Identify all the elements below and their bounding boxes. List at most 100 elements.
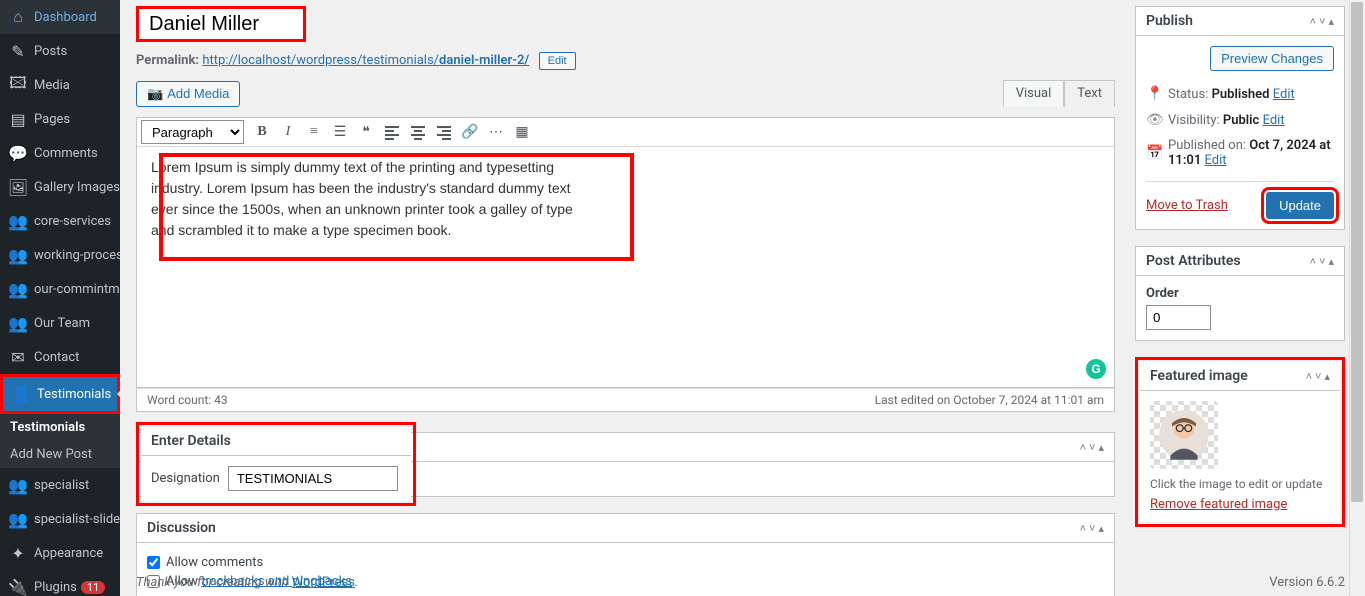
admin-sidebar: ⌂Dashboard ✎Posts 🖾Media ▤ Pages 💬Comment…: [0, 0, 120, 596]
menu-specialist-slider[interactable]: 👥specialist-slider: [0, 502, 120, 536]
editor-toolbar: Paragraph B I ≡ ☰ ❝ 🔗 ⋯ ▦: [137, 118, 1114, 147]
page-icon: ▤: [8, 109, 28, 129]
link-button[interactable]: 🔗: [458, 120, 482, 144]
menu-specialist[interactable]: 👥specialist: [0, 468, 120, 502]
discussion-heading: Discussion: [147, 520, 216, 536]
permalink-link[interactable]: http://localhost/wordpress/testimonials/…: [202, 53, 529, 68]
enter-details-heading: Enter Details: [151, 433, 231, 449]
menu-label: Pages: [34, 112, 70, 127]
menu-testimonials[interactable]: 👤 Testimonials: [3, 377, 117, 411]
format-select[interactable]: Paragraph: [141, 120, 244, 144]
add-media-button[interactable]: 📷 Add Media: [136, 81, 240, 107]
move-down-icon[interactable]: ˅: [1319, 255, 1325, 268]
allow-comments-checkbox[interactable]: [147, 556, 160, 569]
media-icon: 🖾: [8, 75, 28, 95]
edit-visibility-link[interactable]: Edit: [1263, 113, 1285, 128]
menu-label: Testimonials: [37, 387, 111, 402]
user-icon: 👤: [11, 384, 31, 404]
menu-pages[interactable]: ▤ Pages: [0, 102, 120, 136]
align-right-button[interactable]: [432, 120, 456, 144]
allow-comments-label: Allow comments: [166, 555, 263, 570]
menu-our-team[interactable]: 👥Our Team: [0, 306, 120, 340]
align-left-button[interactable]: [380, 120, 404, 144]
submenu-add-new[interactable]: Add New Post: [0, 441, 120, 468]
menu-plugins[interactable]: 🔌Plugins11: [0, 570, 120, 596]
bold-button[interactable]: B: [250, 120, 274, 144]
permalink-row: Permalink: http://localhost/wordpress/te…: [136, 46, 1115, 80]
tab-text[interactable]: Text: [1064, 80, 1115, 107]
menu-label: Comments: [34, 146, 98, 161]
toolbar-toggle-button[interactable]: ▦: [510, 120, 534, 144]
brush-icon: ✦: [8, 543, 28, 563]
group-icon: 👥: [8, 475, 28, 495]
group-icon: 👥: [8, 211, 28, 231]
post-attributes-heading: Post Attributes: [1146, 253, 1241, 269]
submenu-all-testimonials[interactable]: Testimonials: [0, 414, 120, 441]
menu-appearance[interactable]: ✦Appearance: [0, 536, 120, 570]
last-edited: Last edited on October 7, 2024 at 11:01 …: [875, 393, 1104, 407]
publish-heading: Publish: [1146, 13, 1193, 29]
toggle-icon[interactable]: ▴: [1098, 441, 1104, 454]
numbered-list-button[interactable]: ☰: [328, 120, 352, 144]
menu-comments[interactable]: 💬Comments: [0, 136, 120, 170]
preview-changes-button[interactable]: Preview Changes: [1210, 46, 1334, 71]
edit-date-link[interactable]: Edit: [1204, 153, 1226, 168]
move-up-icon[interactable]: ˄: [1310, 15, 1316, 28]
move-up-icon[interactable]: ˄: [1080, 522, 1086, 535]
mail-icon: ✉: [8, 347, 28, 367]
italic-button[interactable]: I: [276, 120, 300, 144]
bullet-list-button[interactable]: ≡: [302, 120, 326, 144]
designation-input[interactable]: [228, 466, 398, 491]
post-title-input[interactable]: [136, 6, 306, 42]
menu-working-process[interactable]: 👥 working-process: [0, 238, 120, 272]
edit-status-link[interactable]: Edit: [1273, 87, 1295, 102]
post-attributes-box: Post Attributes ˄˅▴ Order: [1135, 246, 1345, 341]
tab-visual[interactable]: Visual: [1003, 80, 1065, 107]
menu-label: working-process: [34, 248, 120, 263]
quote-button[interactable]: ❝: [354, 120, 378, 144]
wordpress-link[interactable]: WordPress: [292, 575, 355, 590]
featured-image-thumbnail[interactable]: [1150, 401, 1218, 469]
menu-label: core-services: [34, 214, 111, 229]
menu-contact[interactable]: ✉Contact: [0, 340, 120, 374]
move-down-icon[interactable]: ˅: [1089, 441, 1095, 454]
move-down-icon[interactable]: ˅: [1089, 522, 1095, 535]
version-label: Version 6.6.2: [1269, 575, 1345, 590]
featured-image-heading: Featured image: [1150, 368, 1248, 384]
toggle-icon[interactable]: ▴: [1324, 370, 1330, 383]
toggle-icon[interactable]: ▴: [1328, 255, 1334, 268]
menu-gallery[interactable]: 🖼Gallery Images: [0, 170, 120, 204]
scrollbar[interactable]: [1349, 0, 1365, 596]
menu-label: Gallery Images: [34, 180, 120, 195]
toggle-icon[interactable]: ▴: [1098, 522, 1104, 535]
menu-label: our-commintment: [34, 282, 120, 297]
move-up-icon[interactable]: ˄: [1310, 255, 1316, 268]
remove-featured-image-link[interactable]: Remove featured image: [1150, 497, 1287, 512]
editor-content-area[interactable]: Lorem Ipsum is simply dummy text of the …: [137, 147, 1114, 387]
update-button[interactable]: Update: [1266, 192, 1334, 219]
edit-slug-button[interactable]: Edit: [539, 52, 576, 70]
grammarly-icon[interactable]: G: [1086, 359, 1106, 379]
key-icon: 📍: [1146, 86, 1162, 102]
scrollbar-thumb[interactable]: [1351, 2, 1363, 502]
move-up-icon[interactable]: ˄: [1306, 370, 1312, 383]
menu-label: Our Team: [34, 316, 90, 331]
submenu-testimonials: Testimonials Add New Post: [0, 414, 120, 468]
readmore-button[interactable]: ⋯: [484, 120, 508, 144]
move-down-icon[interactable]: ˅: [1315, 370, 1321, 383]
menu-our-commitment[interactable]: 👥our-commintment: [0, 272, 120, 306]
move-up-icon[interactable]: ˄: [1080, 441, 1086, 454]
editor-text: Lorem Ipsum is simply dummy text of the …: [151, 157, 581, 241]
move-to-trash-link[interactable]: Move to Trash: [1146, 198, 1228, 213]
toggle-icon[interactable]: ▴: [1328, 15, 1334, 28]
menu-posts[interactable]: ✎Posts: [0, 34, 120, 68]
menu-dashboard[interactable]: ⌂Dashboard: [0, 0, 120, 34]
menu-core-services[interactable]: 👥 core-services: [0, 204, 120, 238]
align-center-button[interactable]: [406, 120, 430, 144]
move-down-icon[interactable]: ˅: [1319, 15, 1325, 28]
group-icon: 👥: [8, 245, 28, 265]
order-input[interactable]: [1146, 305, 1211, 330]
featured-image-hint: Click the image to edit or update: [1150, 477, 1330, 491]
visibility-icon: 👁: [1146, 112, 1162, 128]
menu-media[interactable]: 🖾Media: [0, 68, 120, 102]
